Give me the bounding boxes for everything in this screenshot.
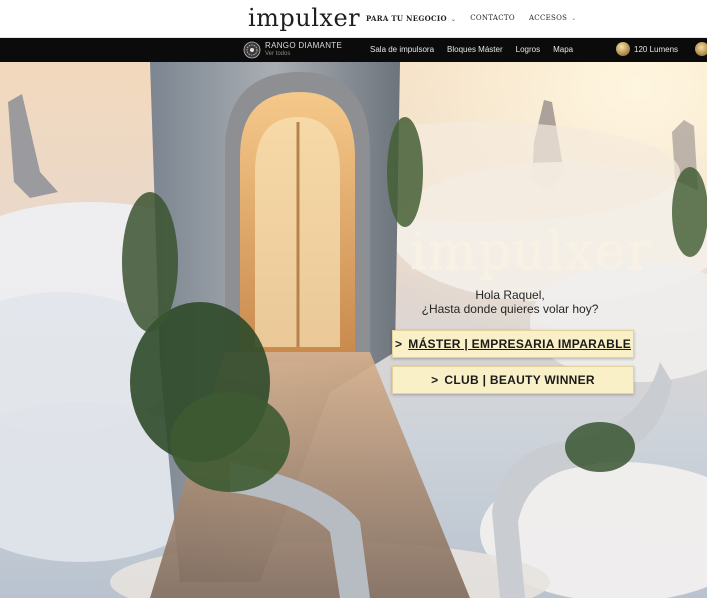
chevron-right-icon: > <box>431 373 439 387</box>
nav-label: CONTACTO <box>470 14 515 22</box>
main-nav: PARA TU NEGOCIO ⌄ CONTACTO ACCESOS ⌄ <box>366 14 577 23</box>
nav-label: ACCESOS <box>528 14 568 22</box>
greeting-name: Hola Raquel, <box>475 288 545 302</box>
cta-label: CLUB | BEAUTY WINNER <box>444 373 595 387</box>
nav-para-tu-negocio[interactable]: PARA TU NEGOCIO ⌄ <box>366 14 456 23</box>
greeting-question: ¿Hasta donde quieres volar hoy? <box>421 302 599 316</box>
rank-badge[interactable]: RANGO DIAMANTE Ver todos <box>243 41 342 59</box>
site-logo[interactable]: impulxer <box>248 4 360 32</box>
master-empresaria-button[interactable]: > MÁSTER | EMPRESARIA IMPARABLE <box>392 330 634 358</box>
link-logros[interactable]: Logros <box>516 45 540 54</box>
hero-section: impulxer Hola Raquel, ¿Hasta donde quier… <box>0 62 707 598</box>
greeting: Hola Raquel, ¿Hasta donde quieres volar … <box>410 288 610 316</box>
rank-text: RANGO DIAMANTE Ver todos <box>265 42 342 58</box>
rank-sub-link[interactable]: Ver todos <box>265 50 342 58</box>
hero-logo: impulxer <box>410 222 653 282</box>
member-links: Sala de impulsora Bloques Máster Logros … <box>370 45 573 54</box>
chevron-down-icon: ⌄ <box>450 16 457 23</box>
lumens-coin-icon <box>616 42 630 56</box>
chevron-down-icon: ⌄ <box>571 15 577 22</box>
avatar-icon[interactable] <box>695 42 707 56</box>
link-sala-de-impulsora[interactable]: Sala de impulsora <box>370 45 434 54</box>
lumens-balance[interactable]: 120 Lumens <box>616 42 678 56</box>
top-header: impulxer PARA TU NEGOCIO ⌄ CONTACTO ACCES… <box>0 0 707 38</box>
rank-title: RANGO DIAMANTE <box>265 41 343 50</box>
nav-contacto[interactable]: CONTACTO <box>470 14 515 23</box>
link-mapa[interactable]: Mapa <box>553 45 573 54</box>
lumens-text: 120 Lumens <box>634 44 679 54</box>
nav-accesos[interactable]: ACCESOS ⌄ <box>529 14 577 23</box>
diamond-rank-icon <box>243 41 261 59</box>
nav-label: PARA TU NEGOCIO <box>366 14 447 23</box>
chevron-right-icon: > <box>394 337 403 351</box>
club-beauty-winner-button[interactable]: > CLUB | BEAUTY WINNER <box>392 366 634 394</box>
member-bar: RANGO DIAMANTE Ver todos Sala de impulso… <box>0 38 707 62</box>
link-bloques-master[interactable]: Bloques Máster <box>447 45 503 54</box>
cta-label: MÁSTER | EMPRESARIA IMPARABLE <box>408 337 632 351</box>
